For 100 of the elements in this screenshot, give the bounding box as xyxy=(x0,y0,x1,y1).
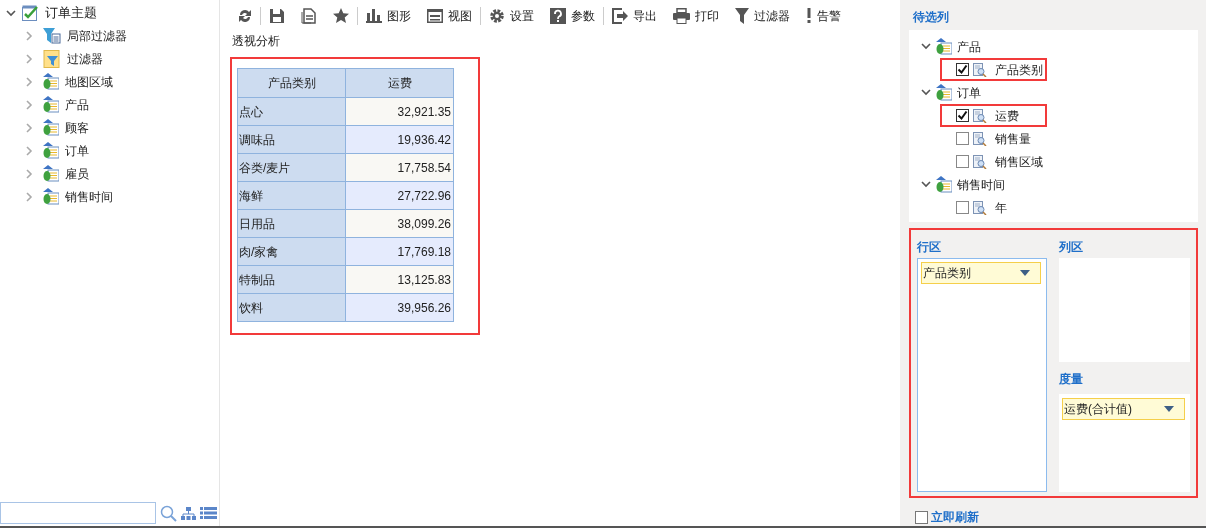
exclamation-icon xyxy=(806,8,812,24)
filter-button[interactable]: 过滤器 xyxy=(727,4,798,28)
bar-chart-icon xyxy=(366,9,382,23)
chevron-right-icon[interactable] xyxy=(26,122,33,133)
report-title: 透视分析 xyxy=(232,33,281,50)
table-cell: 肉/家禽 xyxy=(237,237,346,266)
dimension-icon xyxy=(936,175,952,194)
save-icon xyxy=(269,8,285,24)
tree-item[interactable]: 过滤器 xyxy=(67,49,103,68)
drop-area[interactable]: 产品类别 xyxy=(917,258,1047,492)
tree-item[interactable]: 局部过滤器 xyxy=(67,26,127,45)
field-icon xyxy=(973,131,987,146)
filter-icon xyxy=(735,8,749,24)
settings-button[interactable]: 设置 xyxy=(481,4,542,28)
zone-title: 行区 xyxy=(917,239,942,256)
chevron-right-icon[interactable] xyxy=(26,191,33,202)
table-cell: 调味品 xyxy=(237,125,346,154)
window-button[interactable]: 视图 xyxy=(419,4,480,28)
search-field[interactable] xyxy=(0,502,156,524)
table-cell: 点心 xyxy=(237,97,346,126)
field-icon xyxy=(973,62,987,77)
field-chip[interactable]: 产品类别 xyxy=(921,262,1041,284)
tree-item[interactable]: 顾客 xyxy=(65,118,89,137)
dimension-icon xyxy=(43,95,59,114)
table-cell: 17,758.54 xyxy=(345,153,454,182)
help-button[interactable]: 参数 xyxy=(542,4,603,28)
chevron-right-icon[interactable] xyxy=(26,76,33,87)
printer-button[interactable]: 打印 xyxy=(665,4,727,28)
field-label[interactable]: 销售区域 xyxy=(995,152,1043,171)
checkbox[interactable] xyxy=(956,63,969,76)
export-icon xyxy=(612,8,628,24)
table-cell: 39,956.26 xyxy=(345,293,454,322)
dimension-icon xyxy=(43,141,59,160)
checkbox[interactable] xyxy=(956,132,969,145)
column-header[interactable]: 产品类别 xyxy=(237,68,346,98)
hierarchy-icon[interactable] xyxy=(181,506,196,520)
tree-item[interactable]: 销售时间 xyxy=(65,187,113,206)
tree-item[interactable]: 产品 xyxy=(957,37,981,56)
window-icon xyxy=(427,9,443,23)
chevron-down-icon[interactable] xyxy=(6,9,16,17)
field-icon xyxy=(973,108,987,123)
printer-icon xyxy=(673,8,690,24)
zone-title: 度量 xyxy=(1059,371,1084,388)
table-cell: 38,099.26 xyxy=(345,209,454,238)
bar-chart-button[interactable]: 图形 xyxy=(358,4,419,28)
drop-area[interactable]: 运费(合计值) xyxy=(1059,394,1190,492)
search-icon[interactable] xyxy=(160,504,177,522)
dimension-icon xyxy=(43,187,59,206)
checkbox[interactable] xyxy=(915,510,928,524)
caret-icon[interactable] xyxy=(1020,270,1030,276)
field-chip[interactable]: 运费(合计值) xyxy=(1062,398,1185,420)
table-cell: 13,125.83 xyxy=(345,265,454,294)
export-button[interactable]: 导出 xyxy=(604,4,665,28)
chevron-right-icon[interactable] xyxy=(26,30,33,41)
field-label[interactable]: 运费 xyxy=(995,106,1019,125)
dimension-icon xyxy=(43,164,59,183)
panel-title: 待选列 xyxy=(913,9,950,26)
settings-icon xyxy=(489,8,505,24)
chevron-right-icon[interactable] xyxy=(26,99,33,110)
table-cell: 27,722.96 xyxy=(345,181,454,210)
help-icon xyxy=(550,8,566,24)
tree-item[interactable]: 销售时间 xyxy=(957,175,1005,194)
checkbox-label[interactable]: 立即刷新 xyxy=(931,508,979,526)
table-cell: 饮料 xyxy=(237,293,346,322)
table-cell: 特制品 xyxy=(237,265,346,294)
chevron-right-icon[interactable] xyxy=(26,168,33,179)
chevron-down-icon[interactable] xyxy=(921,43,931,50)
chevron-down-icon[interactable] xyxy=(921,89,931,96)
table-cell: 19,936.42 xyxy=(345,125,454,154)
checklist-icon xyxy=(22,5,39,21)
column-header[interactable]: 运费 xyxy=(345,68,454,98)
field-label[interactable]: 产品类别 xyxy=(995,60,1043,79)
tree-item[interactable]: 地图区域 xyxy=(65,72,113,91)
field-label[interactable]: 销售量 xyxy=(995,129,1031,148)
chevron-right-icon[interactable] xyxy=(26,145,33,156)
chevron-right-icon[interactable] xyxy=(26,53,33,64)
dimension-icon xyxy=(43,72,59,91)
tree-item[interactable]: 雇员 xyxy=(65,164,89,183)
filter-icon xyxy=(43,26,61,45)
table-cell: 海鲜 xyxy=(237,181,346,210)
star-icon xyxy=(333,8,349,24)
table-cell: 谷类/麦片 xyxy=(237,153,346,182)
tree-item[interactable]: 订单主题 xyxy=(45,3,97,23)
exclamation-button[interactable]: 告警 xyxy=(798,4,849,28)
dimension-icon xyxy=(936,37,952,56)
caret-icon[interactable] xyxy=(1164,406,1174,412)
table-cell: 17,769.18 xyxy=(345,237,454,266)
tree-item[interactable]: 订单 xyxy=(957,83,981,102)
zone-title: 列区 xyxy=(1059,239,1084,256)
checkbox[interactable] xyxy=(956,155,969,168)
dimension-icon xyxy=(936,83,952,102)
field-label[interactable]: 年 xyxy=(995,198,1007,217)
tree-item[interactable]: 产品 xyxy=(65,95,89,114)
list-icon[interactable] xyxy=(200,507,217,519)
field-icon xyxy=(973,200,987,215)
chevron-down-icon[interactable] xyxy=(921,181,931,188)
checkbox[interactable] xyxy=(956,109,969,122)
tree-item[interactable]: 订单 xyxy=(65,141,89,160)
document-icon xyxy=(301,8,317,24)
checkbox[interactable] xyxy=(956,201,969,214)
